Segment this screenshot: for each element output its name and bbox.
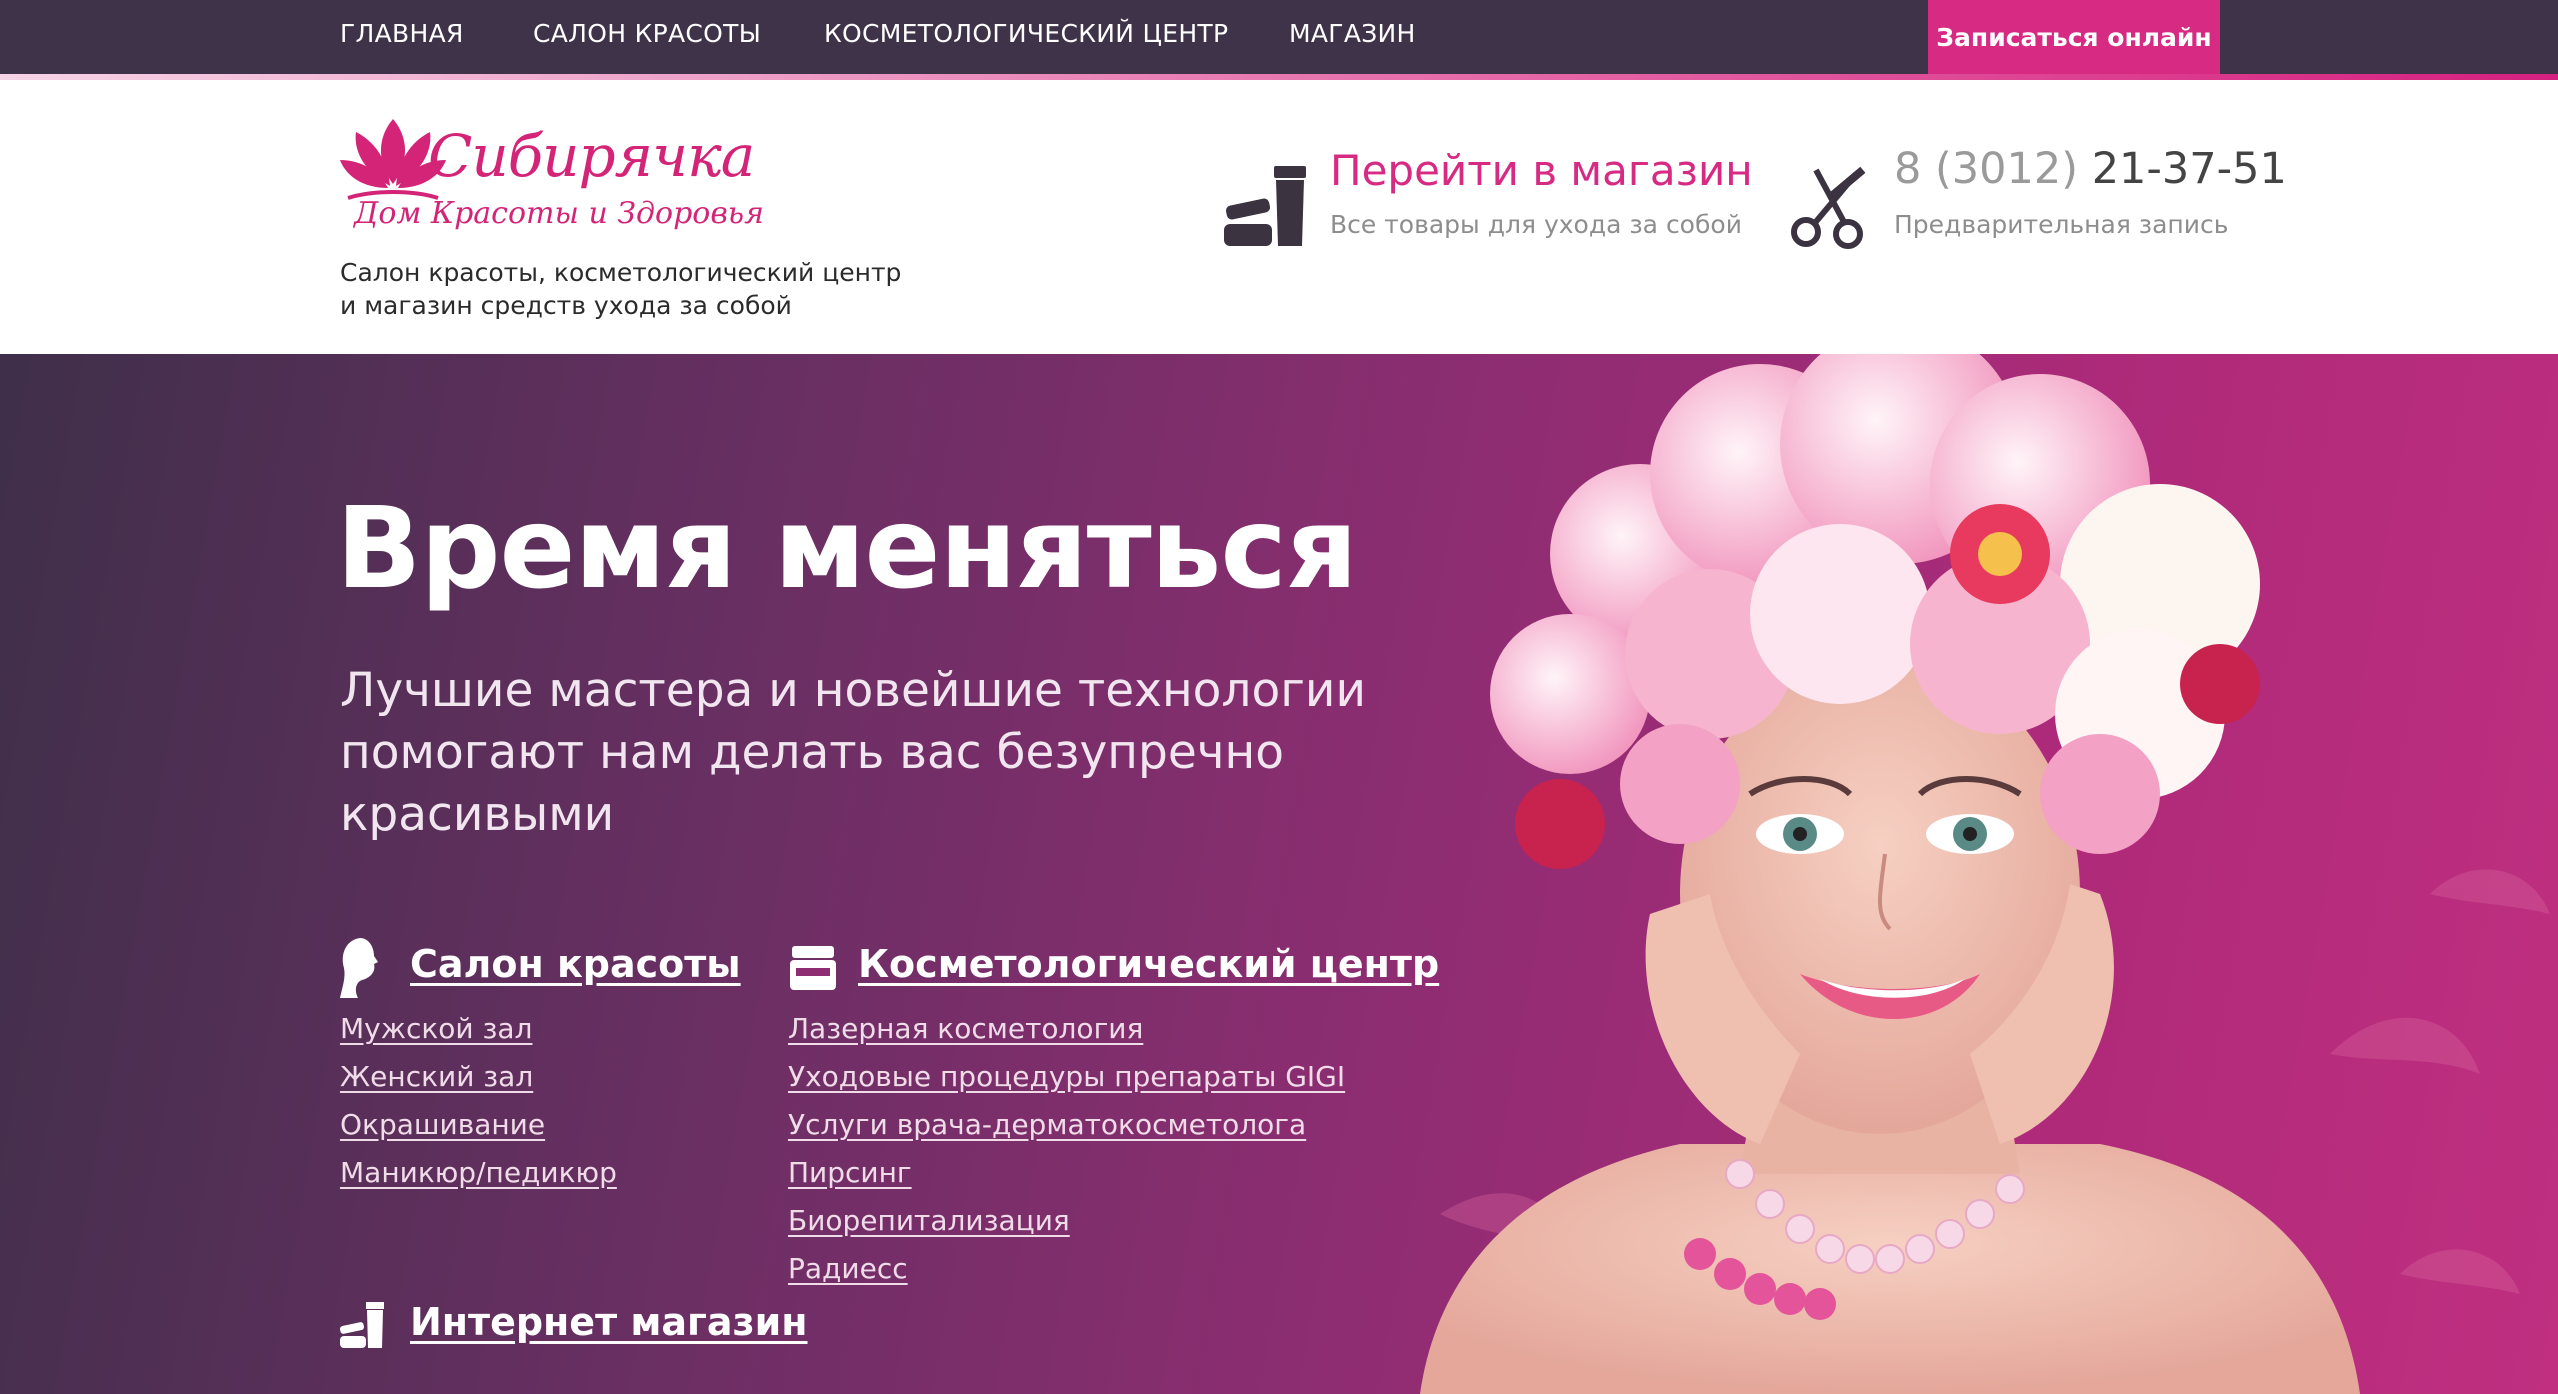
salon-link-mens-hall[interactable]: Мужской зал [340,1012,617,1060]
salon-link-manicure[interactable]: Маникюр/педикюр [340,1156,617,1204]
logo[interactable]: Сибирячка Дом Красоты и Здоровья [338,114,764,244]
nav-item-home[interactable]: ГЛАВНАЯ [340,19,464,48]
cosmetology-link-dermatologist[interactable]: Услуги врача-дерматокосметолога [788,1108,1345,1156]
salon-heading-link[interactable]: Салон красоты [410,942,741,986]
internet-shop-heading-link[interactable]: Интернет магазин [410,1300,808,1344]
cream-jar-icon [790,946,836,990]
nav-item-cosmetology-center[interactable]: КОСМЕТОЛОГИЧЕСКИЙ ЦЕНТР [824,19,1228,48]
logo-subtitle: Дом Красоты и Здоровья [354,196,764,231]
cosmetics-icon [339,1302,384,1348]
cosmetology-link-radiesse[interactable]: Радиесс [788,1252,1345,1300]
hero-section: Время меняться Лучшие мастера и новейшие… [0,354,2558,1394]
shop-subtitle: Все товары для ухода за собой [1330,210,1742,239]
cosmetology-link-laser[interactable]: Лазерная косметология [788,1012,1345,1060]
cosmetics-icon [1224,166,1306,246]
nav-item-shop[interactable]: МАГАЗИН [1289,19,1416,48]
hero-title: Время меняться [336,484,1358,614]
nav-item-beauty-salon[interactable]: САЛОН КРАСОТЫ [533,19,761,48]
top-navigation: ГЛАВНАЯ САЛОН КРАСОТЫ КОСМЕТОЛОГИЧЕСКИЙ … [0,0,2558,74]
hero-subtitle: Лучшие мастера и новейшие технологии пом… [340,660,1440,846]
salon-link-womens-hall[interactable]: Женский зал [340,1060,617,1108]
cosmetology-links-list: Лазерная косметология Уходовые процедуры… [788,1012,1345,1300]
woman-profile-icon [340,938,378,998]
hero-woman-image [1420,354,2550,1394]
go-to-shop-link[interactable]: Перейти в магазин [1330,146,1753,195]
cosmetology-link-piercing[interactable]: Пирсинг [788,1156,1345,1204]
cosmetology-link-gigi[interactable]: Уходовые процедуры препараты GIGI [788,1060,1345,1108]
scissors-comb-icon [1791,166,1866,249]
logo-title: Сибирячка [428,122,755,190]
cosmetology-heading-link[interactable]: Косметологический центр [858,942,1439,986]
hero-subtitle-line: красивыми [340,787,615,842]
phone-digits: 21-37-51 [2091,144,2287,194]
salon-links-list: Мужской зал Женский зал Окрашивание Мани… [340,1012,617,1204]
site-header: Сибирячка Дом Красоты и Здоровья Салон к… [0,80,2558,354]
phone-number[interactable]: 8 (3012) 21-37-51 [1894,144,2287,194]
tagline-line: Салон красоты, косметологический центр [340,258,902,287]
phone-subtitle: Предварительная запись [1894,210,2229,239]
cosmetology-link-biorevitalization[interactable]: Биорепитализация [788,1204,1345,1252]
tagline-line: и магазин средств ухода за собой [340,291,792,320]
hero-subtitle-line: помогают нам делать вас безупречно [340,725,1284,780]
phone-code: 8 (3012) [1894,144,2079,194]
salon-link-coloring[interactable]: Окрашивание [340,1108,617,1156]
hero-subtitle-line: Лучшие мастера и новейшие технологии [340,663,1367,718]
book-online-button[interactable]: Записаться онлайн [1928,0,2220,74]
tagline: Салон красоты, косметологический центр и… [340,256,940,322]
